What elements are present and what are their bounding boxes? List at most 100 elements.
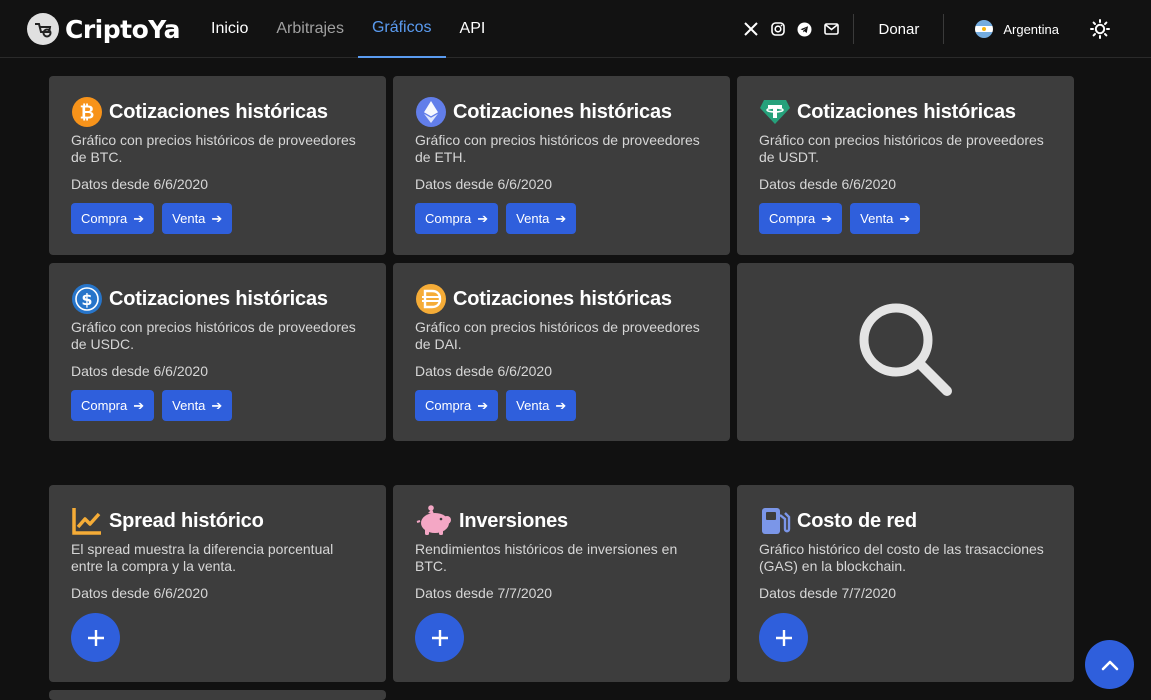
button-label: Venta (172, 211, 206, 226)
plus-icon (775, 629, 792, 646)
card-partial (49, 690, 386, 700)
arrow-right-icon: ➔ (477, 210, 489, 226)
chevron-up-icon (1101, 660, 1118, 670)
card-actions: Compra ➔ Venta ➔ (71, 390, 364, 421)
arrow-right-icon: ➔ (555, 397, 567, 413)
button-label: Compra (81, 398, 128, 413)
card-description: Rendimientos históricos de inversiones e… (415, 541, 678, 574)
card-header: Cotizaciones históricas (415, 283, 708, 315)
instagram-icon[interactable] (764, 19, 791, 39)
tether-icon (759, 96, 791, 128)
nav-link-inicio[interactable]: Inicio (197, 0, 262, 58)
card-actions: Compra ➔ Venta ➔ (71, 203, 364, 234)
nav-link-api[interactable]: API (446, 0, 500, 58)
card-description: Gráfico con precios históricos de provee… (415, 319, 700, 352)
card-costo-red: Costo de red Gráfico histórico del costo… (737, 485, 1074, 682)
card-title: Cotizaciones históricas (109, 287, 328, 310)
card-header: Costo de red (759, 505, 1052, 537)
social-links (737, 19, 845, 39)
card-since: Datos desde 6/6/2020 (71, 176, 208, 192)
card-since: Datos desde 6/6/2020 (759, 176, 896, 192)
card-title: Inversiones (459, 509, 568, 532)
argentina-flag-icon (975, 20, 994, 38)
arrow-right-icon: ➔ (821, 210, 833, 226)
venta-button[interactable]: Venta ➔ (162, 203, 233, 234)
card-title: Costo de red (797, 509, 917, 532)
donate-link[interactable]: Donar (854, 21, 943, 38)
card-actions: Compra ➔ Venta ➔ (415, 390, 708, 421)
card-btc: ₿ Cotizaciones históricas Gráfico con pr… (49, 76, 386, 255)
card-since: Datos desde 6/6/2020 (71, 585, 208, 601)
card-title: Cotizaciones históricas (797, 100, 1016, 123)
compra-button[interactable]: Compra ➔ (71, 203, 155, 234)
card-actions: Compra ➔ Venta ➔ (759, 203, 1052, 234)
scroll-to-top-button[interactable] (1085, 640, 1134, 689)
card-header: Inversiones (415, 505, 708, 537)
card-usdc: $ Cotizaciones históricas Gráfico con pr… (49, 263, 386, 441)
compra-button[interactable]: Compra ➔ (759, 203, 843, 234)
compra-button[interactable]: Compra ➔ (415, 203, 499, 234)
nav-link-graficos[interactable]: Gráficos (357, 0, 446, 58)
card-header: ₿ Cotizaciones históricas (71, 96, 364, 128)
card-since: Datos desde 7/7/2020 (415, 585, 552, 601)
gas-pump-icon (759, 505, 791, 537)
card-since: Datos desde 7/7/2020 (759, 585, 896, 601)
search-icon (851, 295, 961, 410)
venta-button[interactable]: Venta ➔ (506, 390, 577, 421)
usdc-icon: $ (71, 283, 103, 315)
country-label: Argentina (1003, 21, 1059, 37)
card-inversiones: Inversiones Rendimientos históricos de i… (393, 485, 730, 682)
button-label: Compra (425, 211, 472, 226)
dai-icon (415, 283, 447, 315)
search-card[interactable] (737, 263, 1074, 441)
compra-button[interactable]: Compra ➔ (71, 390, 155, 421)
card-since: Datos desde 6/6/2020 (415, 176, 552, 192)
card-eth: Cotizaciones históricas Gráfico con prec… (393, 76, 730, 255)
card-spread: Spread histórico El spread muestra la di… (49, 485, 386, 682)
card-header: Cotizaciones históricas (415, 96, 708, 128)
open-button[interactable] (71, 613, 120, 662)
plus-icon (87, 629, 104, 646)
card-title: Cotizaciones históricas (453, 100, 672, 123)
button-label: Venta (516, 211, 550, 226)
nav-right: Donar Argentina (737, 0, 1151, 58)
brand-name: CriptoYa (65, 14, 180, 44)
venta-button[interactable]: Venta ➔ (162, 390, 233, 421)
card-description: El spread muestra la diferencia porcentu… (71, 541, 334, 574)
navbar: CriptoYa Inicio Arbitrajes Gráficos API … (0, 0, 1151, 58)
card-description: Gráfico con precios históricos de provee… (415, 132, 700, 165)
country-selector[interactable]: Argentina (944, 20, 1089, 38)
button-label: Compra (769, 211, 816, 226)
button-label: Compra (81, 211, 128, 226)
venta-button[interactable]: Venta ➔ (506, 203, 577, 234)
bitcoin-icon: ₿ (71, 96, 103, 128)
chart-line-icon (71, 505, 103, 537)
open-button[interactable] (415, 613, 464, 662)
svg-text:₿: ₿ (80, 103, 95, 124)
plus-icon (431, 629, 448, 646)
card-header: $ Cotizaciones históricas (71, 283, 364, 315)
ethereum-icon (415, 96, 447, 128)
card-usdt: Cotizaciones históricas Gráfico con prec… (737, 76, 1074, 255)
brand[interactable]: CriptoYa (27, 13, 180, 45)
card-description: Gráfico con precios históricos de provee… (759, 132, 1044, 165)
card-title: Spread histórico (109, 509, 264, 532)
arrow-right-icon: ➔ (211, 210, 223, 226)
piggy-bank-icon (415, 505, 453, 537)
button-label: Compra (425, 398, 472, 413)
svg-text:$: $ (81, 290, 92, 309)
nav-links: Inicio Arbitrajes Gráficos API (197, 0, 499, 58)
x-icon[interactable] (737, 19, 764, 39)
compra-button[interactable]: Compra ➔ (415, 390, 499, 421)
telegram-icon[interactable] (791, 19, 818, 39)
nav-link-arbitrajes[interactable]: Arbitrajes (262, 0, 358, 58)
sun-icon[interactable] (1089, 18, 1111, 40)
card-description: Gráfico con precios históricos de provee… (71, 132, 356, 165)
venta-button[interactable]: Venta ➔ (850, 203, 921, 234)
card-since: Datos desde 6/6/2020 (415, 363, 552, 379)
arrow-right-icon: ➔ (133, 210, 145, 226)
mail-icon[interactable] (818, 19, 845, 39)
open-button[interactable] (759, 613, 808, 662)
card-dai: Cotizaciones históricas Gráfico con prec… (393, 263, 730, 441)
arrow-right-icon: ➔ (133, 397, 145, 413)
